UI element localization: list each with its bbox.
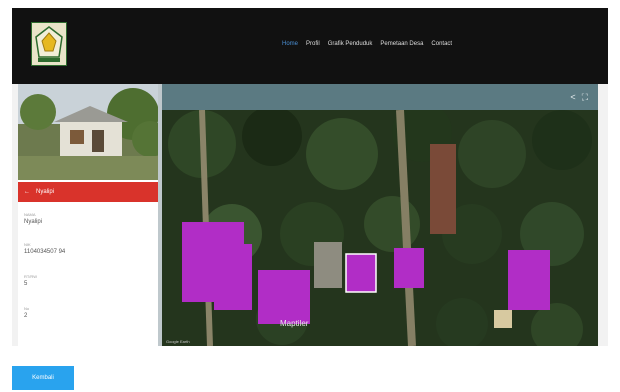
map-attribution[interactable]: Google Earth	[166, 339, 190, 344]
top-navbar: Home Profil Grafik Penduduk Pemetaan Des…	[12, 8, 608, 84]
village-crest-logo[interactable]	[31, 22, 67, 66]
arrow-left-icon[interactable]: ←	[24, 189, 30, 195]
nav-home[interactable]: Home	[282, 39, 298, 49]
house-photo	[18, 84, 158, 180]
satellite-map[interactable]: < ⛶ Maptiler Google Earth	[162, 84, 598, 346]
field-nama: NAMA Nyalipi	[24, 212, 152, 226]
field-value: 2	[24, 313, 28, 319]
back-title-bar[interactable]: ← Nyalipi	[18, 182, 158, 202]
field-no: No 2	[24, 306, 152, 320]
field-value: 1104034507 94	[24, 249, 66, 255]
share-icon[interactable]: <	[570, 92, 575, 102]
main-nav: Home Profil Grafik Penduduk Pemetaan Des…	[282, 39, 452, 49]
map-watermark: Maptiler	[280, 319, 309, 328]
nav-pemetaan-desa[interactable]: Pemetaan Desa	[380, 39, 423, 49]
map-toolbar: < ⛶	[162, 84, 598, 110]
fullscreen-icon[interactable]: ⛶	[582, 92, 588, 102]
kembali-button[interactable]: Kembali	[12, 366, 74, 390]
watermark-text: Maptiler	[280, 319, 309, 328]
sidebar-title: Nyalipi	[36, 189, 55, 195]
field-value: Nyalipi	[24, 219, 43, 225]
field-rt-rw: RT/RW 5	[24, 274, 152, 288]
nav-contact[interactable]: Contact	[431, 39, 452, 49]
nav-profil[interactable]: Profil	[306, 39, 320, 49]
field-value: 5	[24, 281, 28, 287]
field-nik: NIK 1104034507 94	[24, 242, 152, 256]
map-imagery	[162, 84, 598, 346]
map-tools: < ⛶	[570, 92, 588, 102]
main-content: ← Nyalipi NAMA Nyalipi NIK 1104034507 94…	[12, 84, 608, 346]
nav-grafik-penduduk[interactable]: Grafik Penduduk	[328, 39, 373, 49]
detail-panel: ← Nyalipi NAMA Nyalipi NIK 1104034507 94…	[18, 84, 158, 346]
